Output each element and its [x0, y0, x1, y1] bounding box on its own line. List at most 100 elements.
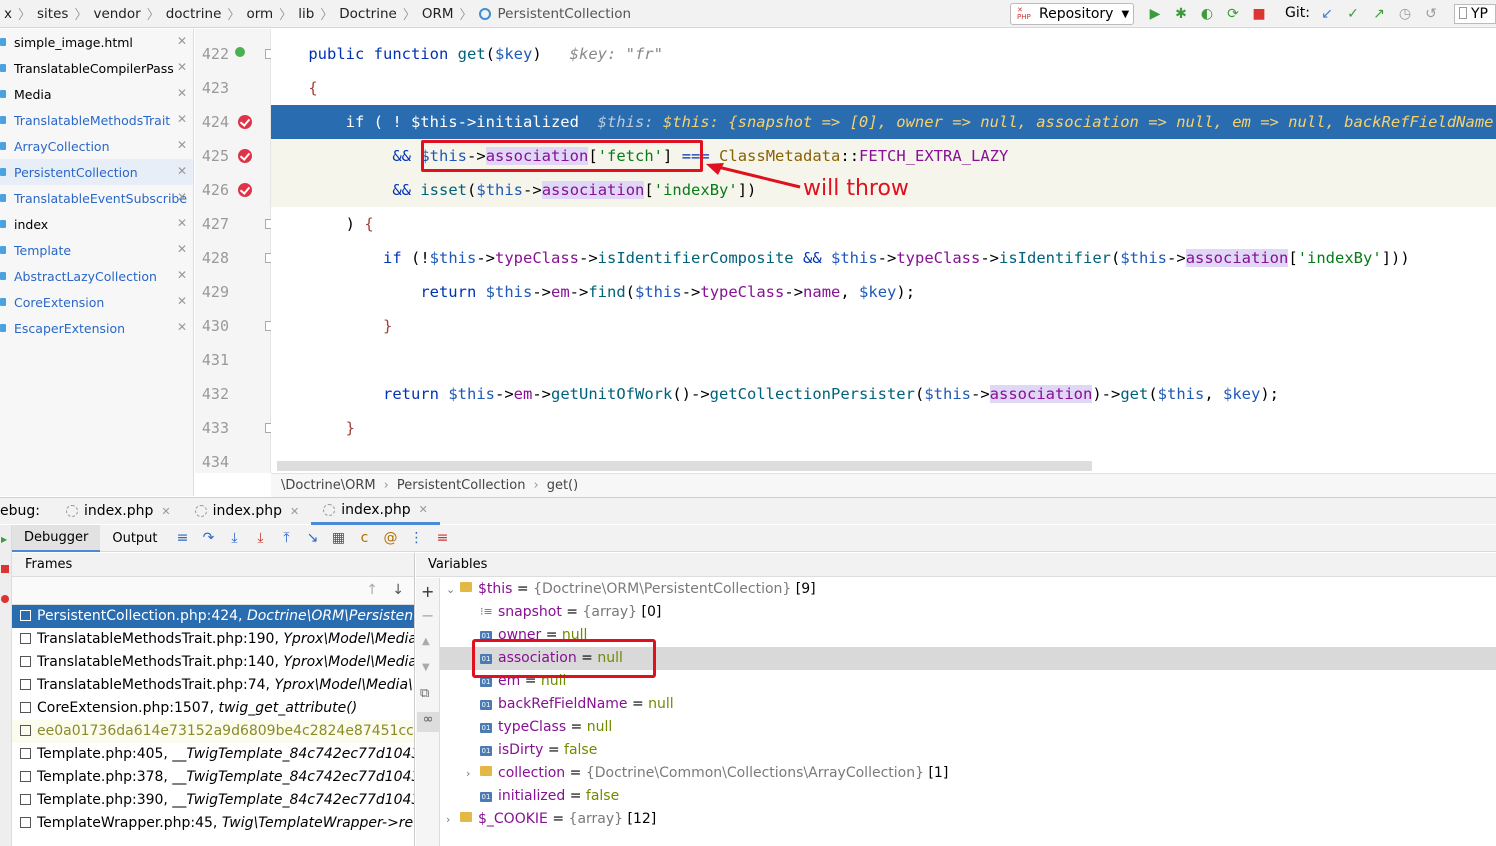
- close-icon[interactable]: ✕: [177, 60, 187, 74]
- step-into-icon[interactable]: ⤓: [227, 530, 243, 546]
- variable-row[interactable]: › collection = {Doctrine\Common\Collectio…: [440, 762, 1496, 785]
- show-frames-icon[interactable]: ⋮: [409, 530, 425, 546]
- user-menu-button[interactable]: YP: [1454, 4, 1496, 24]
- debug-session-tab[interactable]: index.php ✕: [311, 498, 440, 525]
- history-icon[interactable]: ◷: [1397, 6, 1413, 22]
- breakpoint-icon[interactable]: [238, 149, 252, 163]
- step-out-icon[interactable]: ⤒: [279, 530, 295, 546]
- open-file-tab[interactable]: TranslatableEventSubscribe ✕: [0, 185, 193, 211]
- close-icon[interactable]: ✕: [290, 505, 299, 518]
- git-commit-icon[interactable]: ✓: [1345, 6, 1361, 22]
- variable-row[interactable]: ⌄ $this = {Doctrine\ORM\PersistentCollect…: [440, 578, 1496, 601]
- open-file-tab[interactable]: index ✕: [0, 211, 193, 237]
- menu-icon[interactable]: ≡: [175, 530, 191, 546]
- breadcrumb-item[interactable]: lib: [294, 6, 318, 22]
- coverage-icon[interactable]: ◐: [1199, 6, 1215, 22]
- open-file-tab[interactable]: Template ✕: [0, 237, 193, 263]
- breadcrumb-item[interactable]: PersistentCollection: [494, 6, 636, 22]
- open-file-tab[interactable]: Media ✕: [0, 81, 193, 107]
- chevron-down-icon[interactable]: ⌄: [446, 578, 460, 601]
- git-update-icon[interactable]: ↙: [1319, 6, 1335, 22]
- override-icon[interactable]: [235, 47, 245, 57]
- horizontal-scrollbar[interactable]: [277, 461, 1092, 471]
- breakpoints-icon[interactable]: [1, 595, 9, 603]
- force-step-into-icon[interactable]: ⤓: [253, 530, 269, 546]
- open-file-tab[interactable]: ArrayCollection ✕: [0, 133, 193, 159]
- run-configuration-select[interactable]: ✕ PHP Repository ▼: [1010, 3, 1134, 25]
- breadcrumb-item[interactable]: orm: [242, 6, 277, 22]
- open-file-tab[interactable]: EscaperExtension ✕: [0, 315, 193, 341]
- breakpoint-icon[interactable]: [238, 183, 252, 197]
- editor-breadcrumb-item[interactable]: get(): [547, 478, 579, 493]
- close-icon[interactable]: ✕: [177, 216, 187, 230]
- breadcrumb-item[interactable]: ORM: [418, 6, 458, 22]
- stack-frame[interactable]: TranslatableMethodsTrait.php:140, Yprox\…: [12, 651, 414, 674]
- arrow-up-icon[interactable]: ↑: [366, 582, 378, 598]
- close-icon[interactable]: ✕: [177, 268, 187, 282]
- close-icon[interactable]: ✕: [177, 34, 187, 48]
- stack-frame[interactable]: Template.php:405, __TwigTemplate_84c742e…: [12, 743, 414, 766]
- restore-layout-icon[interactable]: ≡: [435, 530, 451, 546]
- stop-icon[interactable]: [1, 565, 9, 573]
- profile-icon[interactable]: ⟳: [1225, 6, 1241, 22]
- open-file-tab[interactable]: simple_image.html ✕: [0, 29, 193, 55]
- breadcrumb-item[interactable]: Doctrine: [335, 6, 401, 22]
- watches-icon[interactable]: ∞: [417, 712, 439, 732]
- stack-frame[interactable]: Template.php:390, __TwigTemplate_84c742e…: [12, 789, 414, 812]
- move-down-icon[interactable]: ▼: [422, 662, 430, 673]
- run-icon[interactable]: ▶: [1147, 6, 1163, 22]
- stop-icon[interactable]: ■: [1251, 6, 1267, 22]
- stack-frame[interactable]: TemplateWrapper.php:45, Twig\TemplateWra…: [12, 812, 414, 835]
- close-icon[interactable]: ✕: [177, 112, 187, 126]
- evaluate-icon[interactable]: ▦: [331, 530, 347, 546]
- code-editor[interactable]: public function get($key) $key: "fr" { i…: [271, 29, 1496, 473]
- variable-row[interactable]: › $_COOKIE = {array} [12]: [440, 808, 1496, 831]
- stack-frame[interactable]: ee0a01736da614e73152a9d6809be4c2824e8745…: [12, 720, 414, 743]
- close-icon[interactable]: ✕: [177, 190, 187, 204]
- close-icon[interactable]: ✕: [177, 164, 187, 178]
- stack-frame[interactable]: Template.php:378, __TwigTemplate_84c742e…: [12, 766, 414, 789]
- open-file-tab[interactable]: PersistentCollection ✕: [0, 159, 193, 185]
- run-to-cursor-icon[interactable]: ↘: [305, 530, 321, 546]
- breadcrumb-item[interactable]: x: [0, 6, 16, 22]
- open-file-tab[interactable]: TranslatableCompilerPass ✕: [0, 55, 193, 81]
- watch-icon[interactable]: @: [383, 530, 399, 546]
- stack-frame[interactable]: PersistentCollection.php:424, Doctrine\O…: [12, 605, 414, 628]
- stack-frame[interactable]: CoreExtension.php:1507, twig_get_attribu…: [12, 697, 414, 720]
- remove-watch-icon[interactable]: −: [421, 606, 434, 625]
- breadcrumb-item[interactable]: vendor: [89, 6, 144, 22]
- git-push-icon[interactable]: ↗: [1371, 6, 1387, 22]
- debug-session-tab[interactable]: index.php ✕: [54, 498, 183, 525]
- variable-row[interactable]: 01 typeClass = null: [440, 716, 1496, 739]
- close-icon[interactable]: ✕: [177, 86, 187, 100]
- close-icon[interactable]: ✕: [177, 294, 187, 308]
- close-icon[interactable]: ✕: [161, 505, 170, 518]
- step-over-icon[interactable]: ↷: [201, 530, 217, 546]
- close-icon[interactable]: ✕: [177, 242, 187, 256]
- breadcrumb-item[interactable]: doctrine: [162, 6, 226, 22]
- arrow-down-icon[interactable]: ↓: [392, 582, 404, 598]
- open-file-tab[interactable]: TranslatableMethodsTrait ✕: [0, 107, 193, 133]
- close-icon[interactable]: ✕: [177, 320, 187, 334]
- debug-bug-icon[interactable]: ✱: [1173, 6, 1189, 22]
- move-up-icon[interactable]: ▲: [422, 636, 430, 647]
- debug-session-tab[interactable]: index.php ✕: [183, 498, 312, 525]
- resume-icon[interactable]: ▶: [1, 535, 9, 544]
- copy-icon[interactable]: ⧉: [420, 686, 429, 701]
- close-icon[interactable]: ✕: [419, 503, 428, 516]
- variable-row[interactable]: 01 isDirty = false: [440, 739, 1496, 762]
- variable-row[interactable]: ⁝≡ snapshot = {array} [0]: [440, 601, 1496, 624]
- open-file-tab[interactable]: AbstractLazyCollection ✕: [0, 263, 193, 289]
- chevron-right-icon[interactable]: ›: [466, 762, 480, 785]
- editor-breadcrumb-item[interactable]: PersistentCollection: [397, 478, 526, 493]
- debugger-subtab[interactable]: Debugger: [12, 524, 101, 552]
- close-icon[interactable]: ✕: [177, 138, 187, 152]
- debugger-subtab[interactable]: Output: [100, 525, 169, 552]
- editor-breadcrumb-item[interactable]: \Doctrine\ORM: [281, 478, 376, 493]
- stack-frame[interactable]: TranslatableMethodsTrait.php:74, Yprox\M…: [12, 674, 414, 697]
- rollback-icon[interactable]: ↺: [1423, 6, 1439, 22]
- variable-row[interactable]: 01 initialized = false: [440, 785, 1496, 808]
- breakpoint-icon[interactable]: [238, 115, 252, 129]
- open-file-tab[interactable]: CoreExtension ✕: [0, 289, 193, 315]
- show-constants-icon[interactable]: c: [357, 530, 373, 546]
